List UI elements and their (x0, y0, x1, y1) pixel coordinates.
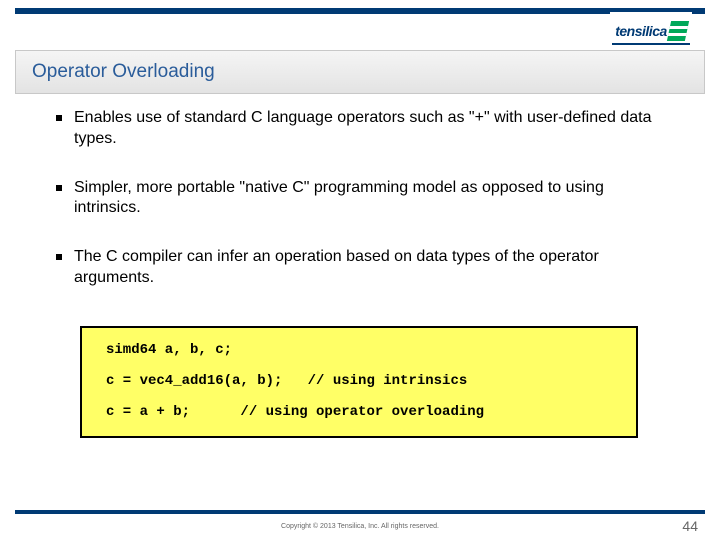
bullet-dot-icon (56, 115, 62, 121)
bullet-item: The C compiler can infer an operation ba… (56, 247, 672, 289)
bullet-text: Enables use of standard C language opera… (74, 108, 672, 150)
copyright-text: Copyright © 2013 Tensilica, Inc. All rig… (0, 523, 720, 530)
bullet-text: The C compiler can infer an operation ba… (74, 247, 672, 289)
slide-title: Operator Overloading (32, 61, 215, 83)
brand-text: tensilica (615, 23, 667, 39)
brand-mark-icon (667, 21, 689, 41)
title-bar: Operator Overloading (15, 50, 705, 94)
page-number: 44 (682, 518, 698, 534)
bullet-item: Simpler, more portable "native C" progra… (56, 178, 672, 220)
brand-underline (612, 43, 690, 45)
code-example: simd64 a, b, c; c = vec4_add16(a, b); //… (80, 326, 638, 438)
code-line: c = a + b; // using operator overloading (106, 404, 612, 421)
bullet-dot-icon (56, 254, 62, 260)
code-line: simd64 a, b, c; (106, 342, 612, 359)
code-line: c = vec4_add16(a, b); // using intrinsic… (106, 373, 612, 390)
top-rule (15, 8, 705, 14)
footer-rule (15, 510, 705, 514)
content-area: Enables use of standard C language opera… (56, 108, 672, 317)
bullet-item: Enables use of standard C language opera… (56, 108, 672, 150)
brand-logo: tensilica (610, 12, 692, 54)
bullet-dot-icon (56, 185, 62, 191)
bullet-text: Simpler, more portable "native C" progra… (74, 178, 672, 220)
